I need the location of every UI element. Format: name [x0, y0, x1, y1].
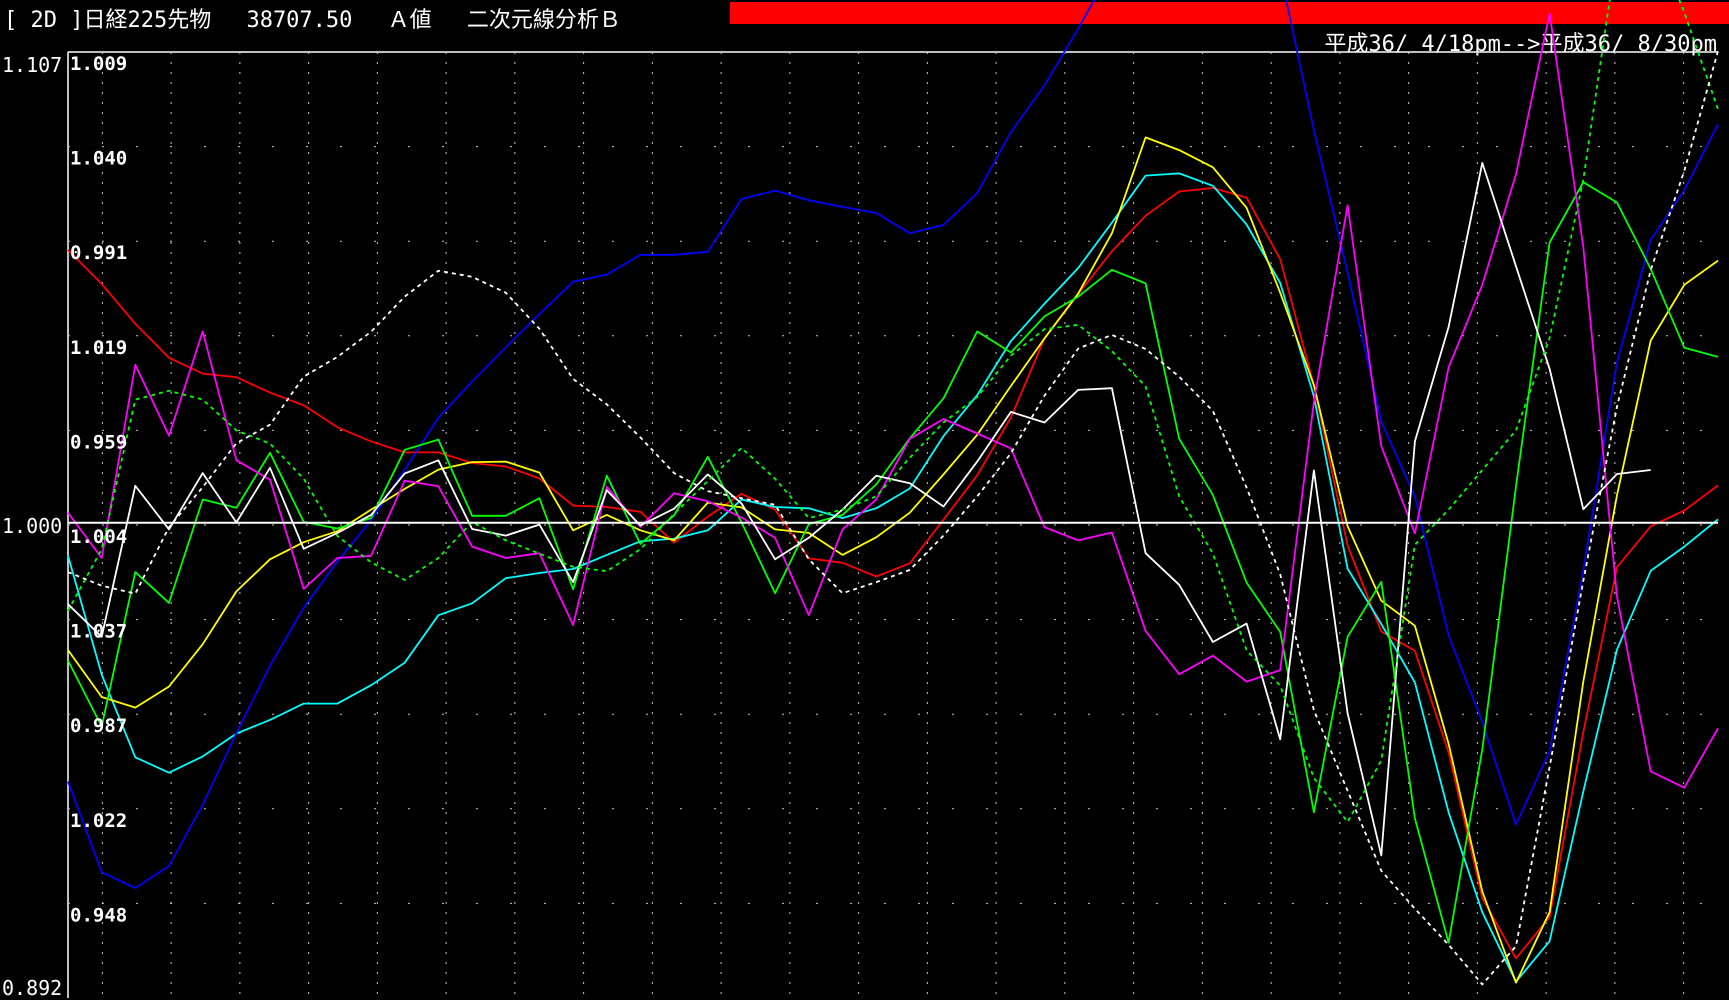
- y-axis-bottom-label: 0.892: [2, 976, 62, 1000]
- series-line-3: [67, 0, 1719, 889]
- row-label: 0.959: [70, 431, 127, 453]
- y-axis-top-label: 1.107: [2, 53, 62, 77]
- row-label: 1.040: [70, 148, 127, 170]
- row-labels: 1.009 1.040 0.991 1.019 0.959 1.004 1.037 0.987…: [70, 53, 127, 926]
- row-label: 1.019: [70, 337, 127, 359]
- series-group: [67, 0, 1719, 986]
- series-line-8: [67, 0, 1719, 823]
- row-label: 1.022: [70, 810, 127, 832]
- series-line-7: [67, 161, 1651, 857]
- row-label: 0.948: [70, 904, 127, 926]
- row-label: 1.037: [70, 621, 127, 643]
- line-chart: 1.107 1.000 0.892 1.009 1.040 0.991 1.019 0.…: [2, 0, 1719, 1000]
- row-label: 1.004: [70, 526, 127, 548]
- y-axis-mid-label: 1.000: [2, 514, 62, 538]
- series-line-6: [67, 12, 1719, 789]
- series-line-4: [67, 136, 1719, 984]
- series-line-5: [67, 181, 1719, 944]
- row-label: 0.991: [70, 242, 127, 264]
- row-label: 1.009: [70, 53, 127, 75]
- row-label: 0.987: [70, 715, 127, 737]
